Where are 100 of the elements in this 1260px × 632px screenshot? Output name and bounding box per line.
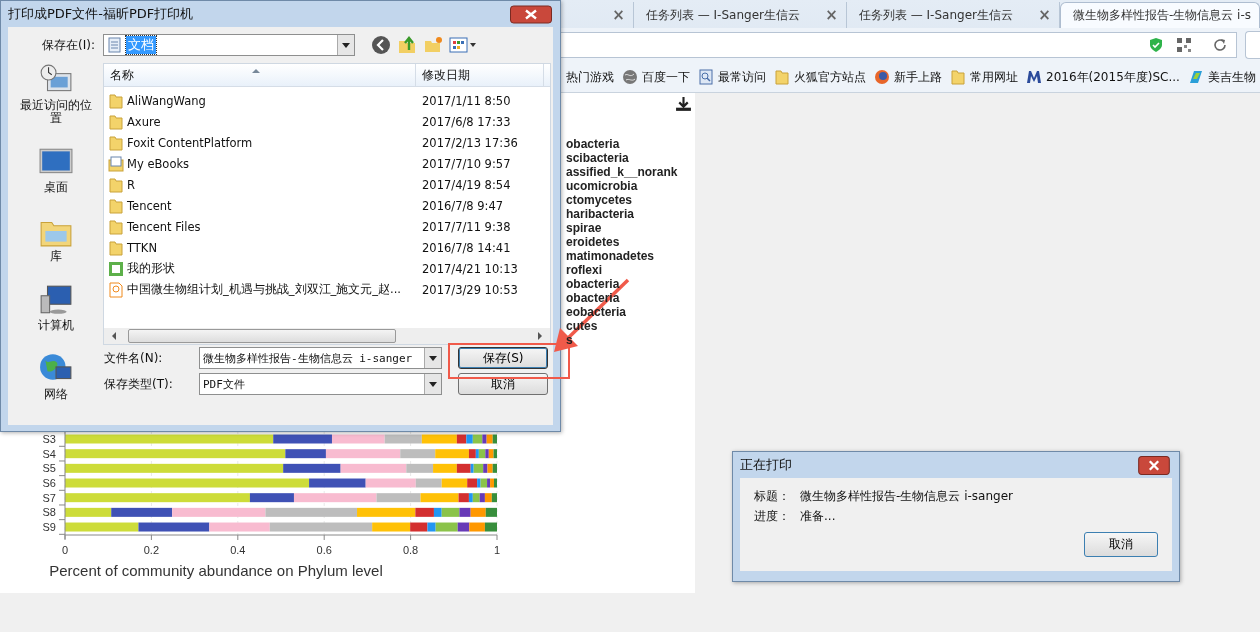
legend-label: s [566,333,573,347]
places-item[interactable]: 桌面 [10,145,101,208]
tick-label: 0 [61,544,69,556]
close-button[interactable] [510,4,552,24]
leaf-icon [1187,69,1204,85]
file-item[interactable]: TTKN [104,239,416,256]
progress-status: 准备... [800,507,836,525]
close-icon[interactable]: × [1038,6,1051,24]
file-item[interactable]: Tencent Files [104,218,416,235]
legend-label: ucomicrobia [566,179,638,193]
save-button[interactable]: 保存(S) [458,347,548,369]
legend-label: spirae [566,221,602,235]
folder-icon [108,92,124,109]
category-label: S6 [42,477,56,489]
places-item[interactable]: 计算机 [10,283,101,346]
category-label: S7 [42,491,56,504]
legend-label: roflexi [566,263,602,277]
tick-label: 0.4 [230,544,246,556]
file-item[interactable]: Foxit ContentPlatform [104,134,416,151]
bookmark-item[interactable]: 常用网址 [950,68,1018,86]
field-label: 标题： [754,487,791,505]
computer-icon [38,283,73,317]
file-item[interactable]: R [104,176,416,193]
search-field[interactable] [1245,31,1260,59]
address-field[interactable] [560,32,1237,58]
date-cell-text: 2016/7/8 9:47 [421,198,504,213]
field-label: 保存类型(T): [104,375,174,393]
date-cell-text: 2017/3/29 10:53 [421,282,518,297]
close-icon[interactable]: × [612,6,625,24]
legend-label: ctomycetes [566,193,633,207]
close-icon[interactable]: × [825,6,838,24]
bookmark-item[interactable]: 美吉生物 [1187,68,1256,86]
date-cell-text: 2017/2/13 17:36 [421,135,518,150]
bar-segment [65,507,112,517]
qr-code-icon[interactable] [1176,37,1192,53]
places-item[interactable]: 最近访问的位置 [10,63,101,139]
window-title: 正在打印 [740,456,792,474]
places-item[interactable]: 库 [10,214,101,277]
m-letter-icon [1026,69,1042,85]
date-cell-text: 2017/4/21 10:13 [421,261,518,276]
bookmark-item[interactable]: 2016年(2015年度)SC... [1026,68,1180,86]
date-cell-text: 2017/6/8 17:33 [421,114,511,129]
folder-up-icon[interactable] [397,35,417,55]
folder-icon [108,134,124,151]
back-icon[interactable] [371,35,391,55]
horizontal-scrollbar[interactable] [104,328,550,344]
file-item[interactable]: Tencent [104,197,416,214]
filename-field[interactable]: 微生物多样性报告-生物信息云 i-sanger [199,347,442,369]
category-label: S9 [42,521,56,533]
bookmark-item[interactable]: 最常访问 [698,68,766,86]
category-label: S8 [42,506,56,519]
legend-label: haribacteria [566,207,635,221]
file-item[interactable]: 我的形状 [104,260,416,277]
folder-icon [108,176,124,193]
bookmark-item[interactable]: 百度一下 [622,68,690,86]
refresh-icon[interactable] [1212,37,1228,53]
bar-segment [469,522,485,532]
book-icon [108,155,124,172]
date-cell-text: 2016/7/8 14:41 [421,240,511,255]
bar-segment [138,522,210,532]
fox-globe-icon [874,69,890,85]
document-title: 微生物多样性报告-生物信息云 i-sanger [800,487,1013,505]
document-icon [107,37,123,53]
legend-label: obacteria [566,137,620,151]
date-cell-text: 2017/1/11 8:50 [421,93,511,108]
close-button[interactable] [1137,455,1171,475]
tick-label: 0.6 [316,544,332,556]
legend-label: scibacteria [566,151,629,165]
file-item[interactable]: AliWangWang [104,92,416,109]
date-cell-text: 2017/7/11 9:38 [421,219,511,234]
column-header[interactable]: 名称 [104,64,416,86]
bar-segment [384,434,422,444]
folder-icon [774,69,790,85]
column-header[interactable]: 修改日期 [416,64,544,86]
shield-icon[interactable] [1148,37,1164,53]
legend-label: obacteria [566,277,620,291]
axis-title: Percent of community abundance on Phylum level [49,562,383,579]
bar-segment [470,507,486,517]
places-item[interactable]: 网络 [10,352,101,415]
bar-segment [485,507,497,517]
date-cell-text: 2017/4/19 8:54 [421,177,511,192]
tick-label: 0.2 [143,544,160,556]
folder-icon [108,218,124,235]
file-item[interactable]: 中国微生物组计划_机遇与挑战_刘双江_施文元_赵... [104,281,416,298]
browser-tab[interactable]: 微生物多样性报告-生物信息云 i-s [1059,2,1260,28]
file-item[interactable]: My eBooks [104,155,416,172]
view-menu-icon[interactable] [449,35,477,55]
bookmark-item[interactable]: 热门游戏 [566,68,614,86]
cancel-button[interactable]: 取消 [458,373,548,395]
cancel-button[interactable]: 取消 [1084,532,1158,557]
bookmark-item[interactable]: 火狐官方站点 [774,68,866,86]
window-title: 打印成PDF文件-福昕PDF打印机 [8,5,194,23]
field-label: 保存在(I): [41,36,96,54]
download-icon[interactable] [675,97,692,112]
folder-icon [950,69,966,85]
legend-label: matimonadetes [566,249,655,263]
file-type-dropdown[interactable]: PDF文件 [199,373,442,395]
file-item[interactable]: Axure [104,113,416,130]
globe-icon [622,69,638,85]
bookmark-item[interactable]: 新手上路 [874,68,942,86]
